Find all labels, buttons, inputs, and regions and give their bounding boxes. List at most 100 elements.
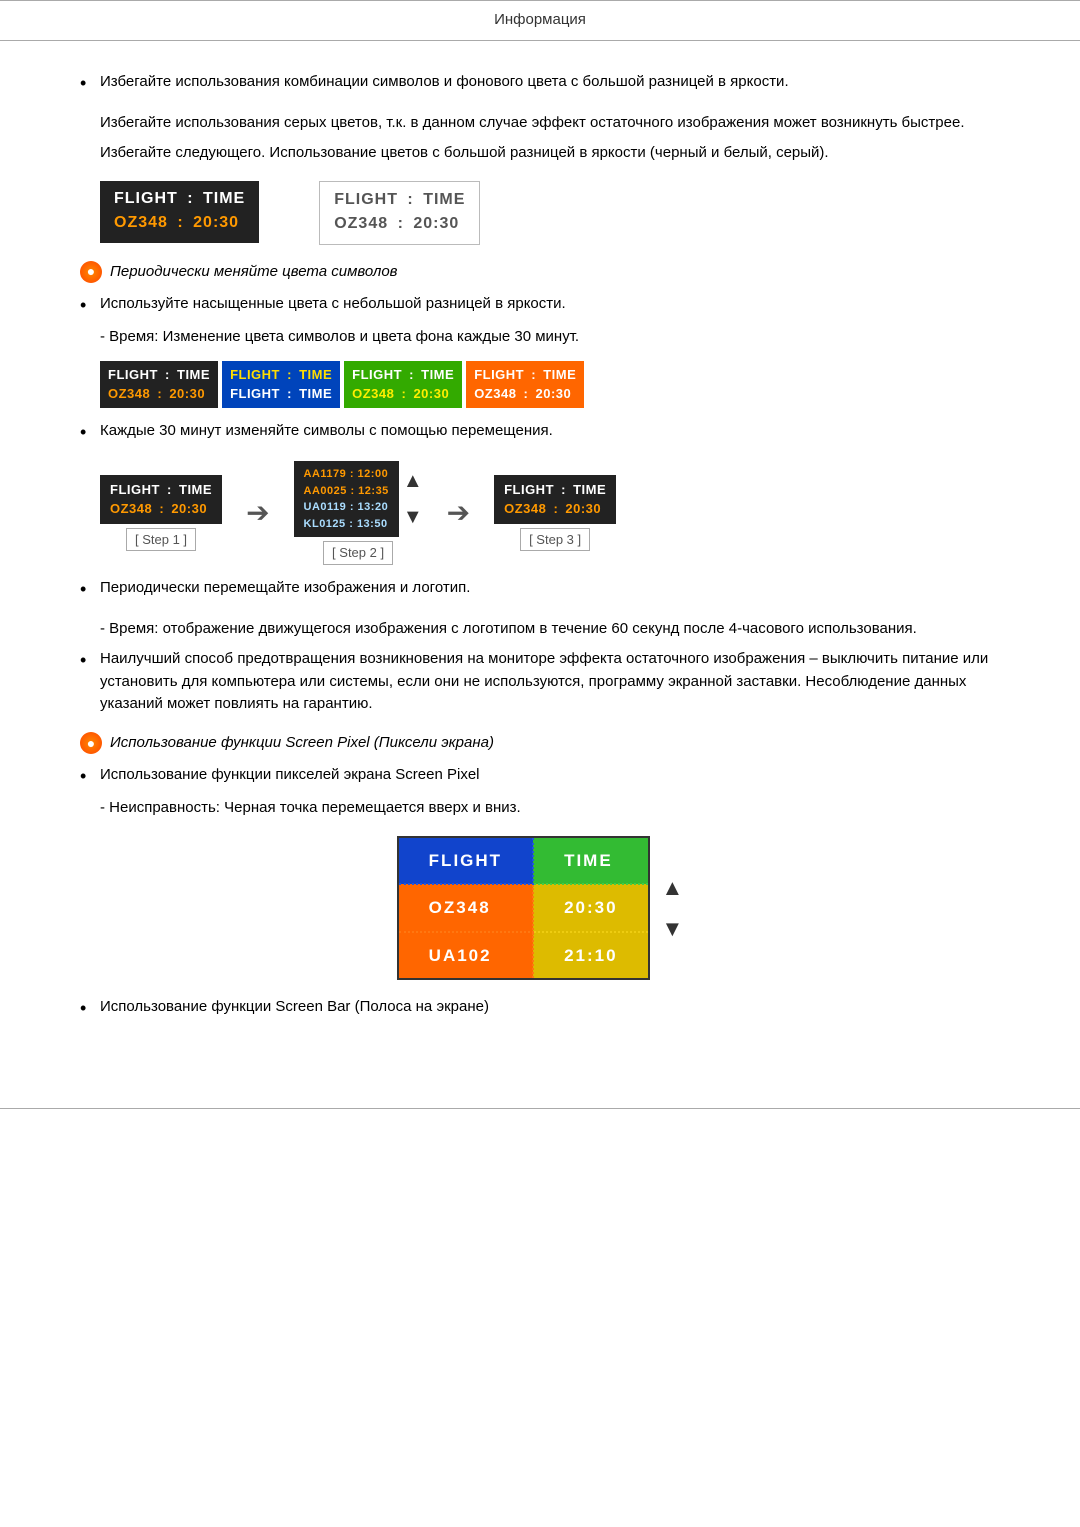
colon: : xyxy=(549,499,562,519)
flight-number: OZ348 xyxy=(108,384,150,404)
time-label: TIME xyxy=(573,480,606,500)
orange-bullet-icon: ● xyxy=(80,261,102,283)
step2-display: AA1179 : 12:00 AA0025 : 12:35 UA0119 : 1… xyxy=(294,461,399,537)
flight-number: OZ348 xyxy=(504,499,546,519)
special-label-text: Периодически меняйте цвета символов xyxy=(110,261,398,284)
flight-label: FLIGHT xyxy=(108,365,158,385)
list-item: • Периодически перемещайте изображения и… xyxy=(80,577,1000,602)
bullet-icon: • xyxy=(80,420,100,445)
list-item: • Избегайте использования комбинации сим… xyxy=(80,71,1000,96)
mini-row: UA0119 : 13:20 xyxy=(304,499,389,516)
page-header: Информация xyxy=(0,0,1080,41)
scroll-arrows: ▲ ▼ xyxy=(403,466,423,532)
ua102-cell: UA102 xyxy=(398,932,533,980)
flight-label: FLIGHT xyxy=(352,365,402,385)
step-label: [ Step 3 ] xyxy=(520,528,590,552)
bullet-text: Использование функции Screen Bar (Полоса… xyxy=(100,996,1000,1019)
arrow-right-icon: ➔ xyxy=(447,492,470,534)
flight-label: FLIGHT xyxy=(474,365,524,385)
flight-label: FLIGHT xyxy=(230,365,280,385)
bullet-icon: • xyxy=(80,764,100,789)
colon: : xyxy=(182,187,199,211)
time-label-2: TIME xyxy=(299,384,332,404)
arrow-right-icon: ➔ xyxy=(246,492,269,534)
color-box-4: FLIGHT : TIME OZ348 : 20:30 xyxy=(466,361,584,408)
table-row-1: OZ348 20:30 xyxy=(398,884,649,932)
header-title: Информация xyxy=(494,11,586,28)
flight-time: 20:30 xyxy=(193,211,239,235)
flight-label: FLIGHT xyxy=(110,480,160,500)
colon: : xyxy=(153,384,166,404)
bullet-text: Использование функции пикселей экрана Sc… xyxy=(100,764,1000,787)
pixel-table: FLIGHT TIME OZ348 20:30 UA102 21:10 xyxy=(397,836,650,981)
mini-row: AA1179 : 12:00 xyxy=(304,466,389,483)
mini-row: FLIGHT : TIME xyxy=(352,365,454,385)
time-label: TIME xyxy=(179,480,212,500)
time-2030-cell: 20:30 xyxy=(533,884,648,932)
colon: : xyxy=(155,499,168,519)
step3-display: FLIGHT : TIME OZ348 : 20:30 xyxy=(494,475,616,524)
time-label: TIME xyxy=(177,365,210,385)
bullet-icon: • xyxy=(80,577,100,602)
aa0025-label: AA0025 : 12:35 xyxy=(304,483,389,500)
flight-time: 20:30 xyxy=(169,384,205,404)
flight-box-dark: FLIGHT : TIME OZ348 : 20:30 xyxy=(100,181,259,243)
step-2: AA1179 : 12:00 AA0025 : 12:35 UA0119 : 1… xyxy=(294,461,423,565)
step2-wrapper: AA1179 : 12:00 AA0025 : 12:35 UA0119 : 1… xyxy=(294,461,423,537)
pixel-wrapper: FLIGHT TIME OZ348 20:30 UA102 21:10 ▲ xyxy=(397,836,684,981)
special-section-label: ● Периодически меняйте цвета символов xyxy=(80,261,1000,284)
sub-paragraph: Избегайте использования серых цветов, т.… xyxy=(100,112,1000,135)
flight-label-2: FLIGHT xyxy=(230,384,280,404)
color-variation-boxes: FLIGHT : TIME OZ348 : 20:30 FLIGHT : TIM… xyxy=(100,361,1000,408)
special-label-text-2: Использование функции Screen Pixel (Пикс… xyxy=(110,732,494,755)
mini-row: FLIGHT : TIME xyxy=(230,384,332,404)
colon: : xyxy=(402,188,419,212)
time-label: TIME xyxy=(421,365,454,385)
arrow-down-icon: ▼ xyxy=(662,912,684,945)
flight-header-cell: FLIGHT xyxy=(398,837,533,885)
step-arrow: ➔ xyxy=(246,492,269,534)
step-3: FLIGHT : TIME OZ348 : 20:30 [ Step 3 ] xyxy=(494,475,616,552)
mini-row: OZ348 : 20:30 xyxy=(474,384,576,404)
time-label: TIME xyxy=(543,365,576,385)
colon: : xyxy=(163,480,176,500)
flight-number: OZ348 xyxy=(110,499,152,519)
color-box-3: FLIGHT : TIME OZ348 : 20:30 xyxy=(344,361,462,408)
step-1: FLIGHT : TIME OZ348 : 20:30 [ Step 1 ] xyxy=(100,475,222,552)
mini-row: OZ348 : 20:30 xyxy=(110,499,212,519)
colon: : xyxy=(392,212,409,236)
aa1179-label: AA1179 : 12:00 xyxy=(304,466,389,483)
mini-row: AA0025 : 12:35 xyxy=(304,483,389,500)
bullet-icon: • xyxy=(80,996,100,1021)
table-row-2: UA102 21:10 xyxy=(398,932,649,980)
steps-section: FLIGHT : TIME OZ348 : 20:30 [ Step 1 ] ➔ xyxy=(100,461,1000,565)
mini-row: FLIGHT : TIME xyxy=(110,480,212,500)
bullet-icon: • xyxy=(80,293,100,318)
time-label: TIME xyxy=(423,188,465,212)
flight-label: FLIGHT xyxy=(504,480,554,500)
main-content: • Избегайте использования комбинации сим… xyxy=(0,61,1080,1078)
time-label: TIME xyxy=(299,365,332,385)
orange-bullet-icon-2: ● xyxy=(80,732,102,754)
flight-number: OZ348 xyxy=(334,212,388,236)
oz348-cell: OZ348 xyxy=(398,884,533,932)
flight-number: OZ348 xyxy=(474,384,516,404)
sub-paragraph: - Время: отображение движущегося изображ… xyxy=(100,618,1000,641)
arrow-up-icon: ▲ xyxy=(403,466,423,496)
time-header-cell: TIME xyxy=(533,837,648,885)
colon: : xyxy=(283,365,296,385)
ua0119-label: UA0119 : 13:20 xyxy=(304,499,389,516)
list-item: • Наилучший способ предотвращения возник… xyxy=(80,648,1000,716)
flight-time: 20:30 xyxy=(413,384,449,404)
list-item: • Каждые 30 минут изменяйте символы с по… xyxy=(80,420,1000,445)
flight-time: 20:30 xyxy=(565,499,601,519)
footer-divider xyxy=(0,1108,1080,1109)
bullet-text: Избегайте использования комбинации симво… xyxy=(100,71,1000,94)
mini-row: FLIGHT : TIME xyxy=(474,365,576,385)
step-arrow: ➔ xyxy=(447,492,470,534)
flight-number: OZ348 xyxy=(352,384,394,404)
kl0125-label: KL0125 : 13:50 xyxy=(304,516,388,533)
colon: : xyxy=(172,211,189,235)
arrow-down-icon: ▼ xyxy=(403,502,423,532)
table-row-header: FLIGHT TIME xyxy=(398,837,649,885)
